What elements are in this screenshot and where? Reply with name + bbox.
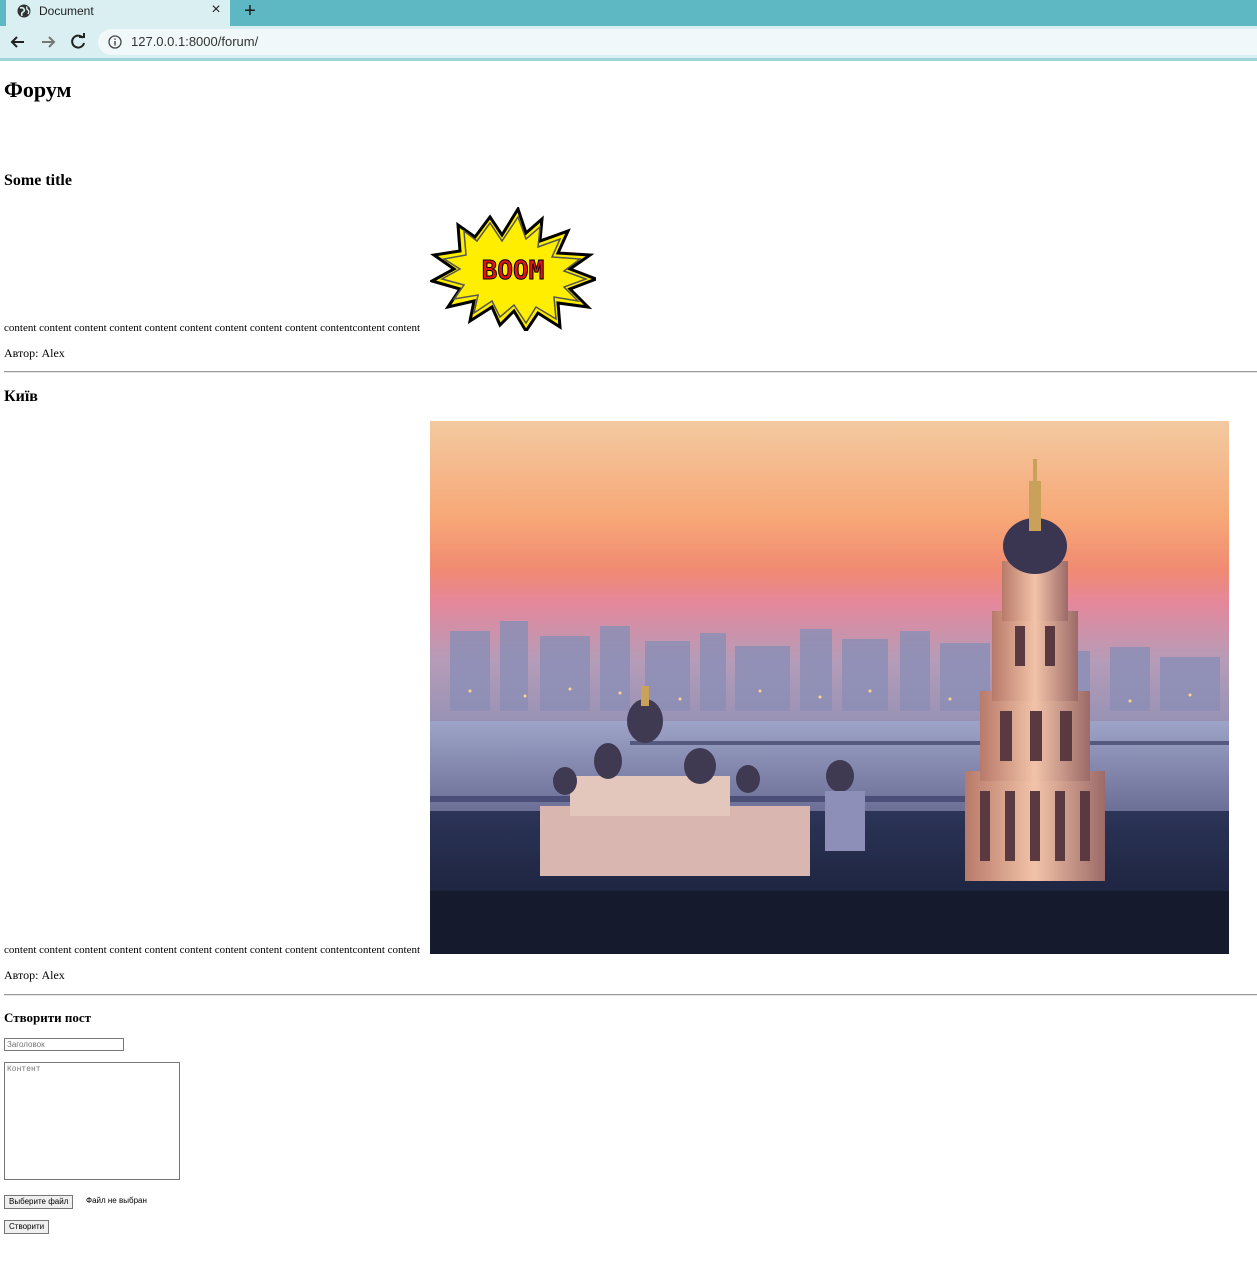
back-button[interactable] xyxy=(8,32,28,52)
address-bar[interactable]: 127.0.0.1:8000/forum/ xyxy=(98,29,1257,55)
info-icon[interactable] xyxy=(108,35,122,49)
file-status-text: Файл не выбран xyxy=(86,1196,147,1205)
tab-title: Document xyxy=(39,4,94,18)
post-title: Some title xyxy=(4,172,72,189)
page-title: Форум xyxy=(4,77,72,102)
post-title: Київ xyxy=(4,388,38,405)
post-content: content content content content content … xyxy=(4,944,421,956)
reload-button[interactable] xyxy=(68,32,88,52)
create-post-button[interactable]: Створити xyxy=(4,1220,50,1234)
boom-image: BOOM xyxy=(430,207,596,331)
post-author: Автор: Alex xyxy=(4,968,65,982)
reload-icon xyxy=(71,33,85,49)
forward-button[interactable] xyxy=(38,32,58,52)
browser-tab[interactable]: Document × xyxy=(6,0,230,26)
title-input[interactable] xyxy=(4,1038,124,1051)
arrow-right-icon xyxy=(42,36,56,48)
globe-icon xyxy=(17,4,31,18)
create-post-title: Створити пост xyxy=(4,1010,92,1025)
new-tab-button[interactable]: + xyxy=(240,0,260,22)
boom-label: BOOM xyxy=(482,256,545,286)
close-tab-icon[interactable]: × xyxy=(208,1,224,19)
arrow-left-icon xyxy=(10,36,24,48)
post-author: Автор: Alex xyxy=(4,346,65,360)
divider xyxy=(4,371,1257,373)
post-content: content content content content content … xyxy=(4,322,421,334)
url-text: 127.0.0.1:8000/forum/ xyxy=(131,34,259,49)
choose-file-button[interactable]: Выберите файл xyxy=(4,1195,74,1209)
browser-tab-strip: Document × + xyxy=(0,0,1257,26)
browser-toolbar: 127.0.0.1:8000/forum/ xyxy=(0,26,1257,61)
divider xyxy=(4,994,1257,996)
content-textarea[interactable] xyxy=(4,1062,180,1180)
kyiv-photo xyxy=(430,421,1229,954)
